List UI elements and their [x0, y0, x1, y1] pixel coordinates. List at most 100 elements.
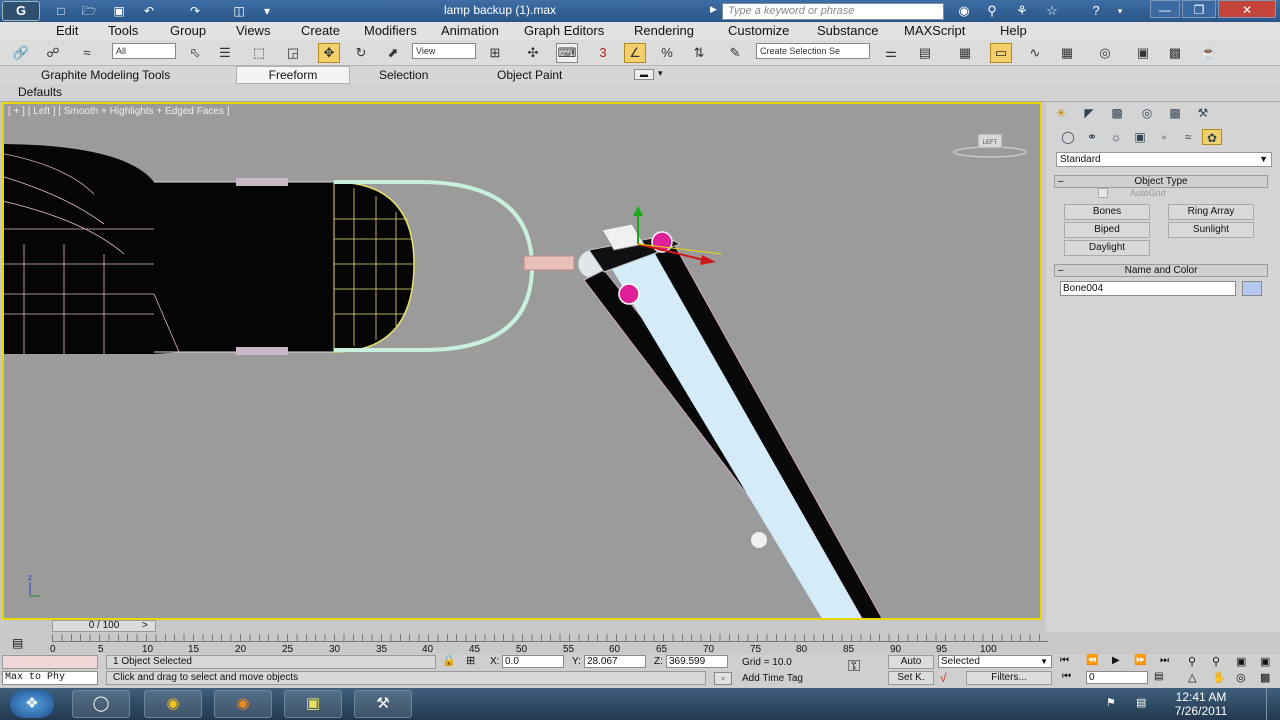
biped-button[interactable]: Biped: [1064, 222, 1150, 238]
zoom-extents-all-icon[interactable]: ▣: [1260, 655, 1270, 668]
modify-tab-icon[interactable]: ◤: [1078, 104, 1100, 122]
clock-date[interactable]: 7/26/2011: [1162, 704, 1240, 718]
mini-curve-editor-icon[interactable]: ▤: [12, 636, 23, 650]
geometry-icon[interactable]: ◯: [1058, 129, 1078, 145]
tab-freeform[interactable]: Freeform: [236, 66, 350, 84]
absolute-mode-icon[interactable]: ⊞: [466, 654, 475, 667]
default-tangent-icon[interactable]: √: [940, 671, 947, 685]
search-arrow-icon[interactable]: ▶: [710, 4, 717, 15]
track-bar[interactable]: [52, 634, 1048, 642]
cameras-icon[interactable]: ▣: [1130, 129, 1150, 145]
ring-array-button[interactable]: Ring Array: [1168, 204, 1254, 220]
goto-end-icon[interactable]: ⏭: [1160, 655, 1169, 666]
link-icon[interactable]: 🔗: [10, 43, 32, 63]
snaps-toggle-icon[interactable]: 3: [592, 43, 614, 63]
menu-views[interactable]: Views: [236, 23, 270, 38]
create-tab-icon[interactable]: ☀: [1050, 104, 1072, 122]
lights-icon[interactable]: ☼: [1106, 129, 1126, 145]
angle-snap-icon[interactable]: ∠: [624, 43, 646, 63]
menu-help[interactable]: Help: [1000, 23, 1027, 38]
undo-icon[interactable]: ↶: [140, 3, 158, 19]
bones-button[interactable]: Bones: [1064, 204, 1150, 220]
motion-tab-icon[interactable]: ◎: [1136, 104, 1158, 122]
ribbon-options-icon[interactable]: ▬: [634, 69, 654, 80]
autogrid-checkbox[interactable]: [1098, 188, 1108, 198]
selection-filter-dropdown[interactable]: All: [112, 43, 176, 59]
app-logo-icon[interactable]: G: [2, 1, 40, 21]
zoom-icon[interactable]: ⚲: [1188, 655, 1196, 668]
unlink-icon[interactable]: ☍: [42, 43, 64, 63]
z-coordinate-input[interactable]: 369.599: [666, 655, 728, 668]
add-time-tag[interactable]: Add Time Tag: [742, 673, 803, 684]
prev-frame-icon[interactable]: ⏪: [1086, 655, 1098, 666]
select-object-icon[interactable]: ⬁: [184, 43, 206, 63]
material-editor-icon[interactable]: ◎: [1094, 43, 1116, 63]
chrome-taskbar-icon[interactable]: ◉: [144, 690, 202, 718]
daylight-button[interactable]: Daylight: [1064, 240, 1150, 256]
rendered-frame-icon[interactable]: ▩: [1164, 43, 1186, 63]
maxscript-listener-input[interactable]: [2, 655, 98, 669]
orbit-icon[interactable]: ◎: [1236, 671, 1246, 684]
key-mode-icon[interactable]: ⏮: [1062, 671, 1071, 682]
menu-substance[interactable]: Substance: [817, 23, 878, 38]
project-folder-icon[interactable]: ◫: [230, 3, 248, 19]
schematic-view-icon[interactable]: ▦: [1056, 43, 1078, 63]
layer-manager-icon[interactable]: ▦: [954, 43, 976, 63]
menu-rendering[interactable]: Rendering: [634, 23, 694, 38]
redo-icon[interactable]: ↷: [186, 3, 204, 19]
field-of-view-icon[interactable]: △: [1188, 671, 1196, 684]
maxscript-mini-listener[interactable]: Max to Phy: [2, 671, 98, 685]
x-coordinate-input[interactable]: 0.0: [502, 655, 564, 668]
menu-tools[interactable]: Tools: [108, 23, 138, 38]
percent-snap-icon[interactable]: %: [656, 43, 678, 63]
start-button-icon[interactable]: ❖: [10, 690, 54, 718]
communication-icon[interactable]: ⚲: [982, 3, 1002, 19]
defaults-label[interactable]: Defaults: [18, 85, 62, 99]
menu-animation[interactable]: Animation: [441, 23, 499, 38]
key-filter-dropdown[interactable]: Selected ▼: [938, 655, 1052, 668]
zoom-all-icon[interactable]: ⚲: [1212, 655, 1220, 668]
show-desktop-button[interactable]: [1266, 688, 1280, 720]
favorites-star-icon[interactable]: ☆: [1042, 3, 1062, 19]
minimize-button[interactable]: —: [1150, 0, 1180, 18]
reference-coordinate-dropdown[interactable]: View: [412, 43, 476, 59]
scene-canvas[interactable]: LEFT z: [4, 104, 1040, 618]
curve-editor-icon[interactable]: ∿: [1024, 43, 1046, 63]
save-icon[interactable]: ▣: [110, 3, 128, 19]
select-and-scale-icon[interactable]: ⬈: [382, 43, 404, 63]
clock-time[interactable]: 12:41 AM: [1162, 690, 1240, 704]
blender-taskbar-icon[interactable]: ◉: [214, 690, 272, 718]
time-config-icon[interactable]: ▤: [1154, 671, 1163, 682]
set-key-button[interactable]: Set K.: [888, 671, 934, 685]
rect-selection-icon[interactable]: ⬚: [248, 43, 270, 63]
3dsmax-taskbar-icon[interactable]: ◯: [72, 690, 130, 718]
category-dropdown[interactable]: Standard ▼: [1056, 152, 1272, 167]
menu-edit[interactable]: Edit: [56, 23, 78, 38]
open-file-icon[interactable]: 🗁: [80, 3, 98, 19]
auto-key-button[interactable]: Auto: [888, 655, 934, 669]
select-and-rotate-icon[interactable]: ↻: [350, 43, 372, 63]
menu-graph-editors[interactable]: Graph Editors: [524, 23, 604, 38]
hierarchy-tab-icon[interactable]: ▩: [1106, 104, 1128, 122]
edit-named-selection-icon[interactable]: ✎: [724, 43, 746, 63]
select-by-name-icon[interactable]: ☰: [214, 43, 236, 63]
goto-start-icon[interactable]: ⏮: [1060, 655, 1069, 666]
viewport-left[interactable]: [ + ] [ Left ] [ Smooth + Highlights + E…: [2, 102, 1042, 620]
space-warps-icon[interactable]: ≈: [1178, 129, 1198, 145]
helpers-icon[interactable]: ▫: [1154, 129, 1174, 145]
tool-taskbar-icon[interactable]: ⚒: [354, 690, 412, 718]
keyboard-shortcut-override-icon[interactable]: ⌨: [556, 43, 578, 63]
current-frame-input[interactable]: 0: [1086, 671, 1148, 684]
display-tab-icon[interactable]: ▩: [1164, 104, 1186, 122]
time-slider-next-icon[interactable]: >: [142, 620, 148, 631]
pivot-center-icon[interactable]: ⊞: [484, 43, 506, 63]
restore-button[interactable]: ❐: [1182, 0, 1216, 18]
ribbon-dropdown-icon[interactable]: ▾: [658, 68, 663, 79]
notes-taskbar-icon[interactable]: ▣: [284, 690, 342, 718]
select-and-move-icon[interactable]: ✥: [318, 43, 340, 63]
object-type-rollout-header[interactable]: – Object Type: [1054, 175, 1268, 188]
close-button[interactable]: ✕: [1218, 0, 1276, 18]
time-slider[interactable]: 0 / 100: [52, 620, 156, 632]
window-crossing-icon[interactable]: ◲: [282, 43, 304, 63]
named-selection-dropdown[interactable]: Create Selection Se: [756, 43, 870, 59]
